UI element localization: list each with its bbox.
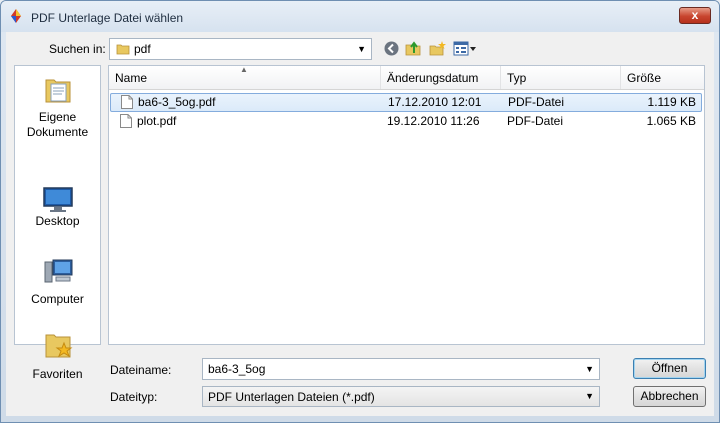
- filetype-label: Dateityp:: [110, 390, 158, 404]
- dialog-body: Suchen in: pdf ▼ Eigene Dokumente Deskto…: [6, 32, 714, 416]
- column-header-size[interactable]: Größe: [621, 66, 704, 89]
- table-row[interactable]: plot.pdf 19.12.2010 11:26 PDF-Datei 1.06…: [110, 112, 702, 131]
- back-icon[interactable]: [383, 40, 400, 57]
- open-button[interactable]: Öffnen: [633, 358, 706, 379]
- folder-icon: [116, 44, 130, 55]
- chevron-down-icon: ▼: [585, 391, 594, 401]
- desktop-icon: [43, 187, 73, 212]
- title-bar[interactable]: PDF Unterlage Datei wählen x: [1, 1, 719, 32]
- column-header-name[interactable]: Name ▲: [109, 65, 381, 89]
- computer-icon: [44, 259, 73, 283]
- place-label: Eigene Dokumente: [26, 110, 89, 139]
- table-row[interactable]: ba6-3_5og.pdf 17.12.2010 12:01 PDF-Datei…: [110, 93, 702, 112]
- lookin-combo[interactable]: pdf ▼: [109, 38, 372, 60]
- places-bar: Eigene Dokumente Desktop Computer Favori…: [14, 65, 101, 381]
- filetype-value: PDF Unterlagen Dateien (*.pdf): [208, 390, 375, 404]
- new-folder-icon[interactable]: [429, 40, 446, 57]
- view-menu-icon[interactable]: [453, 40, 477, 57]
- sort-ascending-icon: ▲: [240, 65, 248, 74]
- chevron-down-icon: ▼: [357, 44, 366, 54]
- place-label: Favoriten: [32, 367, 83, 381]
- cancel-button[interactable]: Abbrechen: [633, 386, 706, 407]
- filename-value: ba6-3_5og: [208, 362, 266, 376]
- file-list[interactable]: Name ▲ Änderungsdatum Typ Größe ba6-3_5o…: [108, 65, 705, 345]
- lookin-label: Suchen in:: [49, 42, 106, 56]
- favorites-folder-icon: [45, 334, 73, 358]
- column-header-date[interactable]: Änderungsdatum: [381, 66, 501, 89]
- place-label: Computer: [31, 292, 84, 306]
- column-header-type[interactable]: Typ: [501, 66, 621, 89]
- file-icon: [121, 95, 133, 109]
- up-folder-icon[interactable]: [405, 40, 422, 57]
- filename-label: Dateiname:: [110, 363, 172, 377]
- file-name: plot.pdf: [137, 114, 177, 128]
- file-name: ba6-3_5og.pdf: [138, 95, 216, 109]
- chevron-down-icon[interactable]: ▼: [585, 364, 594, 374]
- lookin-value: pdf: [134, 42, 151, 56]
- file-date: 17.12.2010 12:01: [388, 95, 482, 109]
- file-size: 1.119 KB: [647, 95, 696, 109]
- open-file-dialog: PDF Unterlage Datei wählen x Suchen in: …: [0, 0, 720, 423]
- place-favorites[interactable]: Favoriten: [15, 330, 100, 381]
- file-type: PDF-Datei: [508, 95, 565, 109]
- file-date: 19.12.2010 11:26: [387, 114, 480, 128]
- close-button[interactable]: x: [679, 7, 711, 24]
- window-title: PDF Unterlage Datei wählen: [31, 11, 184, 25]
- file-size: 1.065 KB: [646, 114, 696, 128]
- documents-folder-icon: [45, 79, 71, 103]
- filetype-select[interactable]: PDF Unterlagen Dateien (*.pdf) ▼: [202, 386, 600, 407]
- filename-input[interactable]: ba6-3_5og ▼: [202, 358, 600, 380]
- file-type: PDF-Datei: [507, 114, 564, 128]
- list-header: Name ▲ Änderungsdatum Typ Größe: [109, 65, 704, 90]
- close-icon: x: [691, 8, 699, 22]
- place-label: Desktop: [35, 214, 80, 228]
- app-icon: [11, 9, 21, 23]
- file-icon: [120, 114, 132, 128]
